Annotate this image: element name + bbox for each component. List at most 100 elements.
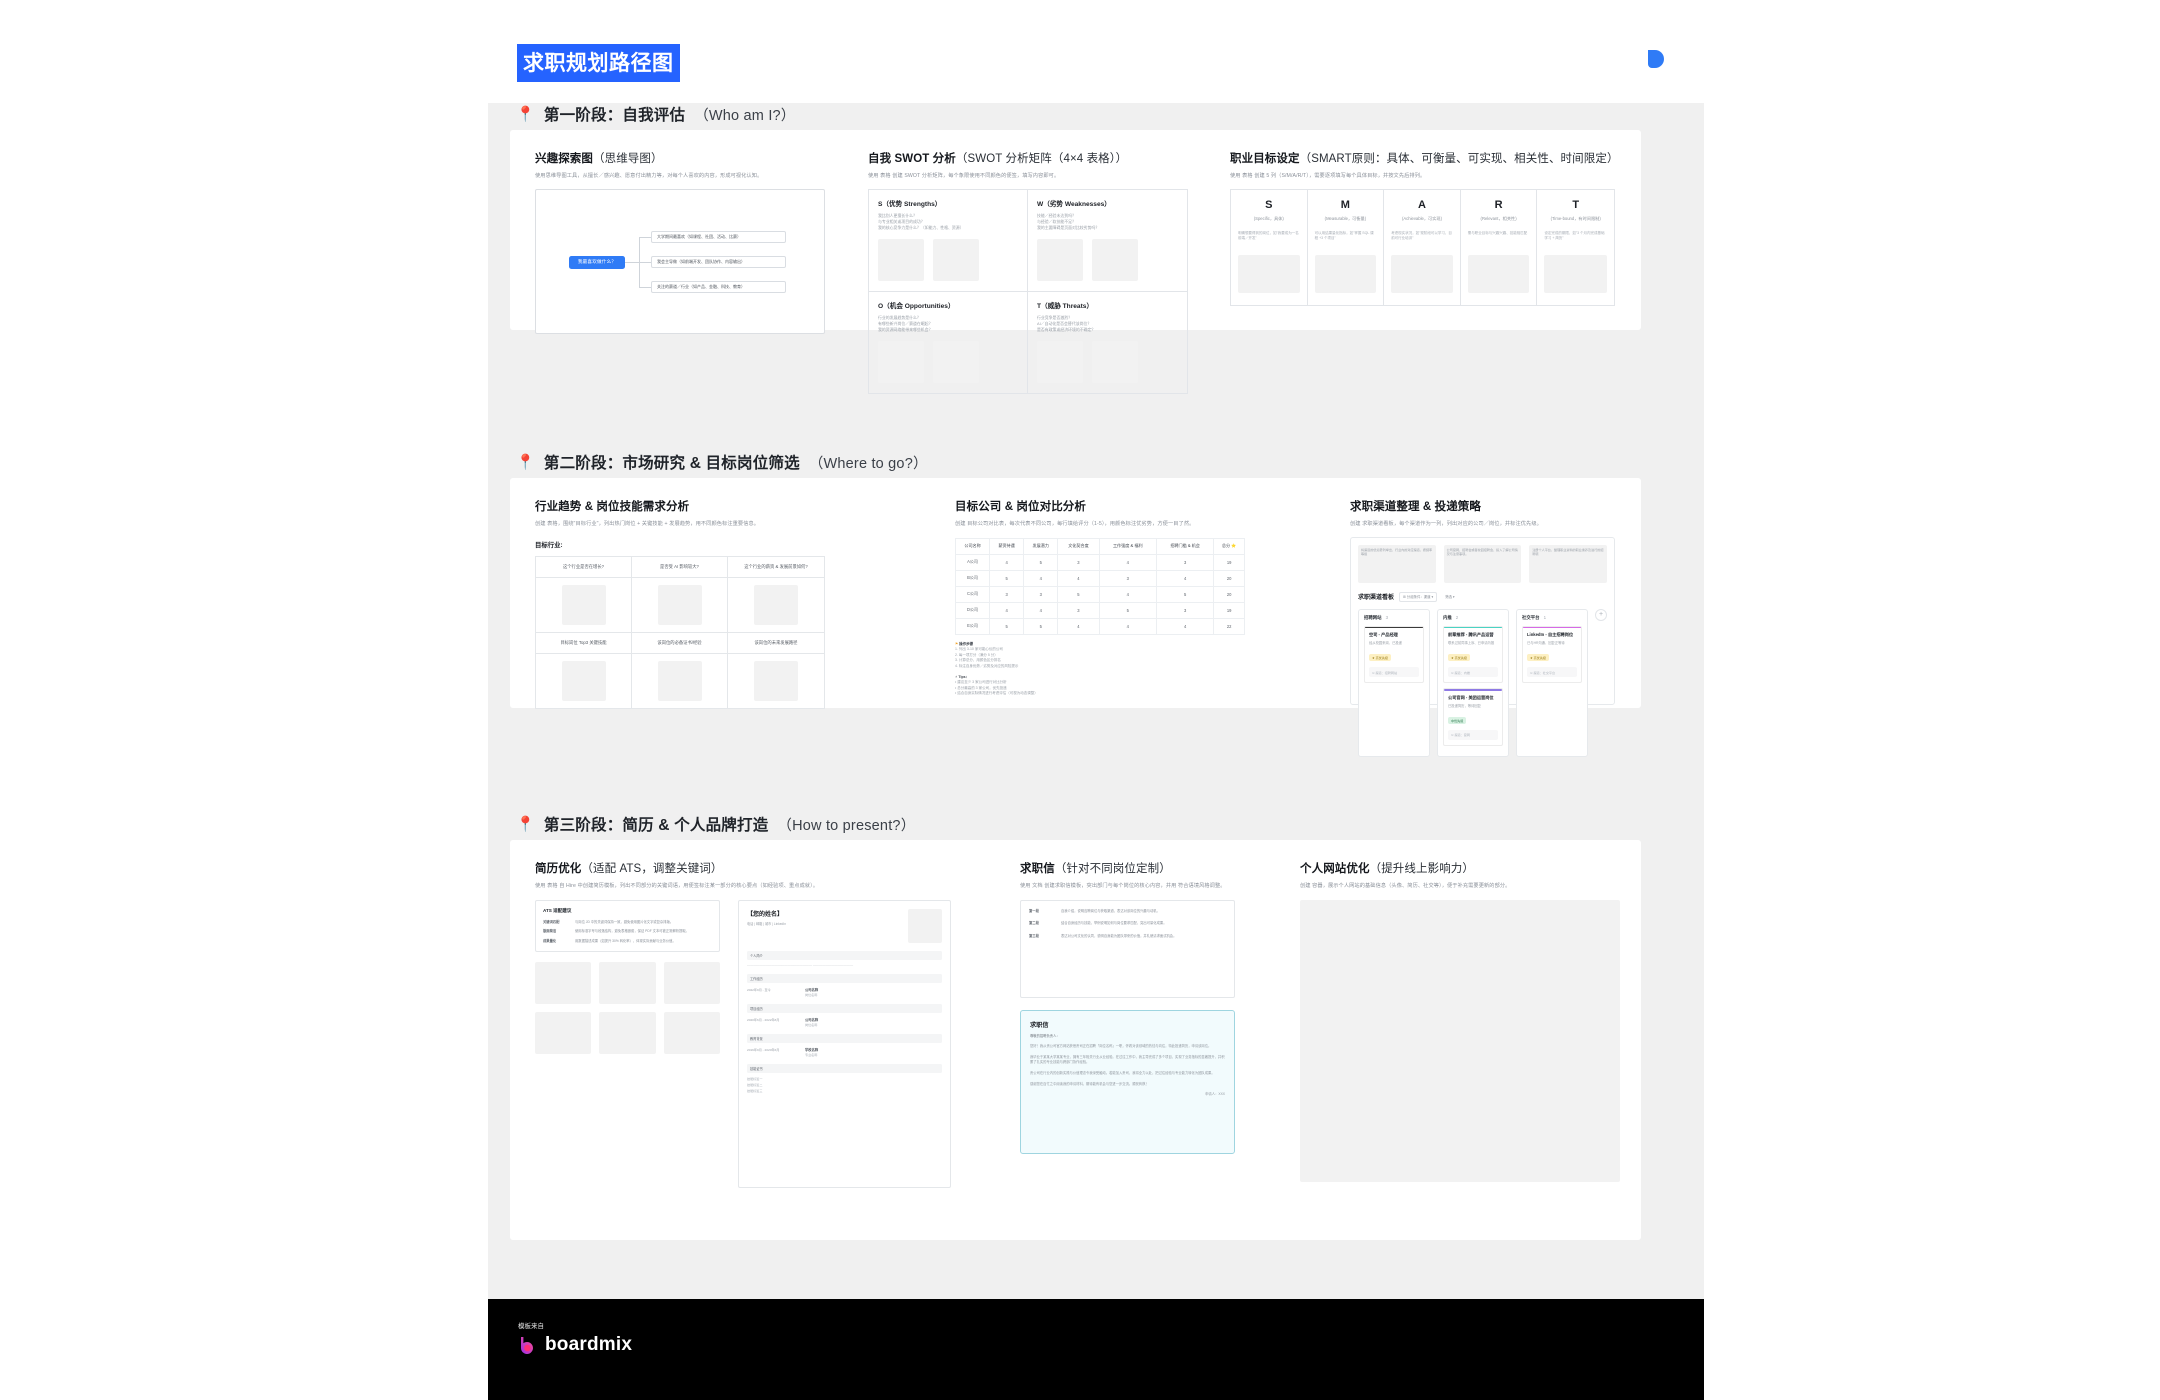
sticky-note[interactable] (561, 584, 606, 625)
mindmap-desc: 使用思维导图工具，从擅长／感兴趣、愿意付出精力等，对每个人喜欢的内容，形成可视化… (535, 173, 763, 179)
mindmap-leaf[interactable]: 我会主导做（如前端开发、团队协作、内容输出） (651, 255, 786, 268)
note-card[interactable]: 注册个人平台，整理职业资料的职业素养及进行的招聘项 (1529, 544, 1608, 583)
sticky-note[interactable] (1092, 340, 1138, 383)
resume-card: 简历优化（适配 ATS，调整关键词） 使用 表格 自 Hire 中创建简历模板，… (535, 860, 965, 1188)
industry-answer-cell[interactable] (728, 578, 824, 633)
sticky-note[interactable] (933, 238, 979, 281)
swot-note-group (878, 238, 1018, 281)
sticky-note[interactable] (1544, 254, 1607, 293)
swot-note-group (878, 340, 1018, 383)
sticky-note[interactable] (1238, 254, 1300, 293)
sticky-note[interactable] (657, 660, 702, 701)
channels-desc: 创建 求职渠道看板，每个渠道作为一列，列出对应的公司／岗位，并标注优先级。 (1350, 521, 1542, 527)
sticky-note[interactable] (1092, 238, 1138, 281)
footer-logo: boardmix (518, 1334, 632, 1356)
kanban-wrapper[interactable]: 将渠道的优劣势列举出，行业内的对应渠道，按频率等级 公司官网、招聘会或者校园招聘… (1350, 536, 1615, 757)
industry-answer-cell[interactable] (728, 654, 824, 708)
sticky-note[interactable] (1314, 254, 1377, 293)
cell: 22 (1213, 617, 1245, 635)
kanban-column-social[interactable]: 社交平台 1 LinkedIn - 自主招聘岗位 已与HR沟通、回复正等待 ★ 高… (1516, 608, 1588, 757)
sticky-note[interactable] (1037, 340, 1083, 383)
sticky-note[interactable] (1467, 254, 1530, 293)
kanban-groupby-chip[interactable]: ⊞ 分组条件：渠道 ▾ (1399, 591, 1438, 602)
industry-answer-cell[interactable] (536, 653, 632, 708)
website-desc: 创建 容器，展示个人网站的基础信息（头像、简历、社交等），便于补充需要更新的部分… (1300, 883, 1511, 889)
kanban-column-referral[interactable]: 内推 2 前辈推荐 - 腾讯产品运营 联系过前同事上序、已申请內推 ★ 高优先级 … (1437, 608, 1509, 757)
industry-question: 该岗位的必备证书/经验 (632, 632, 728, 654)
mindmap-leaf[interactable]: 大学期间最喜欢（如课程、社团、活动、比赛） (651, 230, 786, 243)
table-row[interactable]: D公司 4 4 3 5 3 19 (954, 601, 1245, 619)
mindmap-frame[interactable]: 我最喜欢做什么？ 大学期间最喜欢（如课程、社团、活动、比赛） 我会主导做（如前端… (535, 188, 825, 334)
industry-answer-cell[interactable] (536, 577, 632, 633)
cover-subtitle: （针对不同岗位定制） (1054, 863, 1171, 875)
cover-guide-card[interactable]: 第一段 自我介绍，说明应聘岗位与获取渠道，表达对该岗位的兴趣与动机。 第二段 结… (1020, 899, 1235, 998)
sticky-note[interactable] (657, 584, 702, 625)
sticky-note[interactable] (878, 238, 924, 281)
smart-column-t[interactable]: T (Time-bound，有时间限制) 设定完成的期限，如"3 个月内完成基础… (1537, 190, 1614, 305)
column-header: 发展潜力 (1023, 537, 1059, 555)
footer: 模板来自 boardmix (488, 1299, 1704, 1400)
smart-column-m[interactable]: M (Measurable，可衡量) 可以用结果量化指标，如"掌握 SQL 课程… (1308, 189, 1385, 305)
table-row[interactable]: E公司 5 5 4 4 4 22 (954, 617, 1245, 635)
table-row[interactable]: C公司 3 3 5 4 5 20 (954, 585, 1245, 603)
avatar[interactable] (908, 908, 942, 943)
company-table[interactable]: 公司名称 薪资待遇 发展潜力 文化契合度 工作强度 & 福利 招聘门槛 & 机会… (954, 537, 1245, 635)
stage-3-english: （How to present?） (777, 817, 916, 834)
ats-card[interactable]: ATS 适配建议 关键词匹配 与岗位 JD 中的关键词保持一致，避免使用图片化文… (535, 899, 720, 953)
kanban-card[interactable]: 空司 - 产品经理 经从校园来岗、已投递 ★ 高优先级 ⊙ 渠道：招聘网站 (1364, 625, 1424, 684)
industry-question: 是否受 AI 影响较大? (632, 556, 728, 578)
canvas: 📍 第一阶段：自我评估 （Who am I?） 兴趣探索图（思维导图） 使用思维… (488, 103, 1704, 1299)
sticky-note[interactable] (663, 1012, 720, 1055)
mindmap-root-node[interactable]: 我最喜欢做什么？ (569, 255, 625, 269)
industry-answer-cell[interactable] (632, 653, 728, 708)
mindmap-leaf[interactable]: 关注的赛道／行业（如产品、金融、科技、教育） (651, 280, 786, 293)
smart-table[interactable]: S (Specific，具体) 明确想要得到的岗位，如"我要成为一名前端／开发"… (1230, 188, 1615, 306)
sticky-note[interactable] (1391, 254, 1453, 293)
add-column-button[interactable]: + (1595, 608, 1607, 621)
cell: D公司 (954, 601, 991, 619)
ats-column: ATS 适配建议 关键词匹配 与岗位 JD 中的关键词保持一致，避免使用图片化文… (535, 899, 720, 1188)
sticky-note[interactable] (535, 962, 592, 1005)
cover-letter-card: 求职信（针对不同岗位定制） 使用 文档 创建求职信模板，突出部门与每个岗位的核心… (1020, 860, 1235, 1154)
website-placeholder-frame[interactable] (1300, 899, 1620, 1182)
swot-cell-opportunities[interactable]: O（机会 Opportunities） 行业的发展趋势是什么？ 有哪些新兴岗位／… (869, 291, 1028, 393)
ats-value: 使用标准字号与段落结构，避免表格嵌套，保证 PDF 文本可被正常解析提取。 (575, 929, 689, 934)
sticky-note[interactable] (663, 962, 720, 1005)
kanban-card[interactable]: 公司官网 - 美团运营岗位 已投递简历，等待回复 中优先级 ⊙ 渠道：官网 (1443, 688, 1503, 746)
ats-key: 版面简洁 (543, 929, 557, 934)
smart-column-r[interactable]: R (Relevant，相关性) 需与职业目标与兴趣兴趣、技能相匹配 (1461, 189, 1538, 305)
sticky-note[interactable] (561, 660, 606, 701)
resume-section-heading: 教育背景 (747, 1034, 942, 1044)
industry-table[interactable]: 这个行业是否在增长? 是否受 AI 影响较大? 这个行业的薪资 & 发展前景如何… (535, 555, 825, 709)
swot-cell-strengths[interactable]: S（优势 Strengths） 我比别人更擅长什么？ 与专业相关或项目的成功？ … (869, 189, 1028, 292)
swot-cell-threats[interactable]: T（威胁 Threats） 行业竞争是否激烈？ AI／自动化是否会替代该岗位？ … (1028, 292, 1187, 393)
kanban-filter-chip[interactable]: 筛选 ▾ (1442, 593, 1457, 601)
sticky-note[interactable] (754, 660, 798, 701)
smart-en: (Time-bound，有时间限制) (1550, 215, 1601, 221)
resume-preview[interactable]: 【您的姓名】 电话 | 邮箱 | 城市 | LinkedIn 个人简介 ————… (738, 899, 951, 1188)
cover-letter-preview[interactable]: 求职信 尊敬的招聘负责人： 您好！我从贵公司官方网站获悉贵司正在招聘「岗位名称」… (1020, 1009, 1235, 1154)
note-card[interactable]: 将渠道的优劣势列举出，行业内的对应渠道，按频率等级 (1358, 544, 1436, 583)
sticky-note[interactable] (599, 1012, 656, 1055)
guide-row: 第二段 结合自身经历与技能，举例说明如何与岗位要求匹配，突出可量化成果。 (1029, 921, 1226, 926)
sticky-note[interactable] (535, 1012, 592, 1055)
kanban-column-jobsites[interactable]: 招聘网站 3 空司 - 产品经理 经从校园来岗、已投递 ★ 高优先级 ⊙ 渠道：招… (1358, 608, 1430, 757)
kanban-card[interactable]: LinkedIn - 自主招聘岗位 已与HR沟通、回复正等待 ★ 高优先级 ⊙ … (1522, 625, 1582, 684)
smart-tip: 设定完成的期限，如"3 个月内完成基础学习 + 简历" (1544, 230, 1605, 240)
industry-answer-cell[interactable] (632, 577, 728, 633)
note-card[interactable]: 公司官网、招聘会或者校园招聘会、投入了解公司情况与注意事项。 (1443, 544, 1522, 583)
sticky-note[interactable] (754, 584, 798, 625)
smart-column-a[interactable]: A (Achievable，可实现) 考虑现实状况，如"现阶段可以学习、目前可行… (1384, 189, 1461, 305)
sticky-note[interactable] (1037, 238, 1083, 281)
swot-matrix[interactable]: S（优势 Strengths） 我比别人更擅长什么？ 与专业相关或项目的成功？ … (868, 188, 1188, 394)
smart-column-s[interactable]: S (Specific，具体) 明确想要得到的岗位，如"我要成为一名前端／开发" (1231, 189, 1308, 305)
resume-section-heading: 工作经历 (747, 974, 942, 984)
swot-cell-weaknesses[interactable]: W（劣势 Weaknesses） 技能／经验未达到吗？ 与经验／软技能不足？ 我… (1028, 190, 1187, 292)
sticky-note[interactable] (599, 962, 656, 1005)
sticky-note[interactable] (878, 340, 924, 383)
sticky-note[interactable] (933, 340, 979, 383)
website-card: 个人网站优化（提升线上影响力） 创建 容器，展示个人网站的基础信息（头像、简历、… (1300, 860, 1620, 1182)
kanban-card[interactable]: 前辈推荐 - 腾讯产品运营 联系过前同事上序、已申请內推 ★ 高优先级 ⊙ 渠道… (1443, 625, 1503, 684)
table-row[interactable]: A公司 4 5 3 4 3 19 (954, 553, 1245, 571)
table-row[interactable]: B公司 5 4 4 3 4 20 (954, 569, 1245, 587)
